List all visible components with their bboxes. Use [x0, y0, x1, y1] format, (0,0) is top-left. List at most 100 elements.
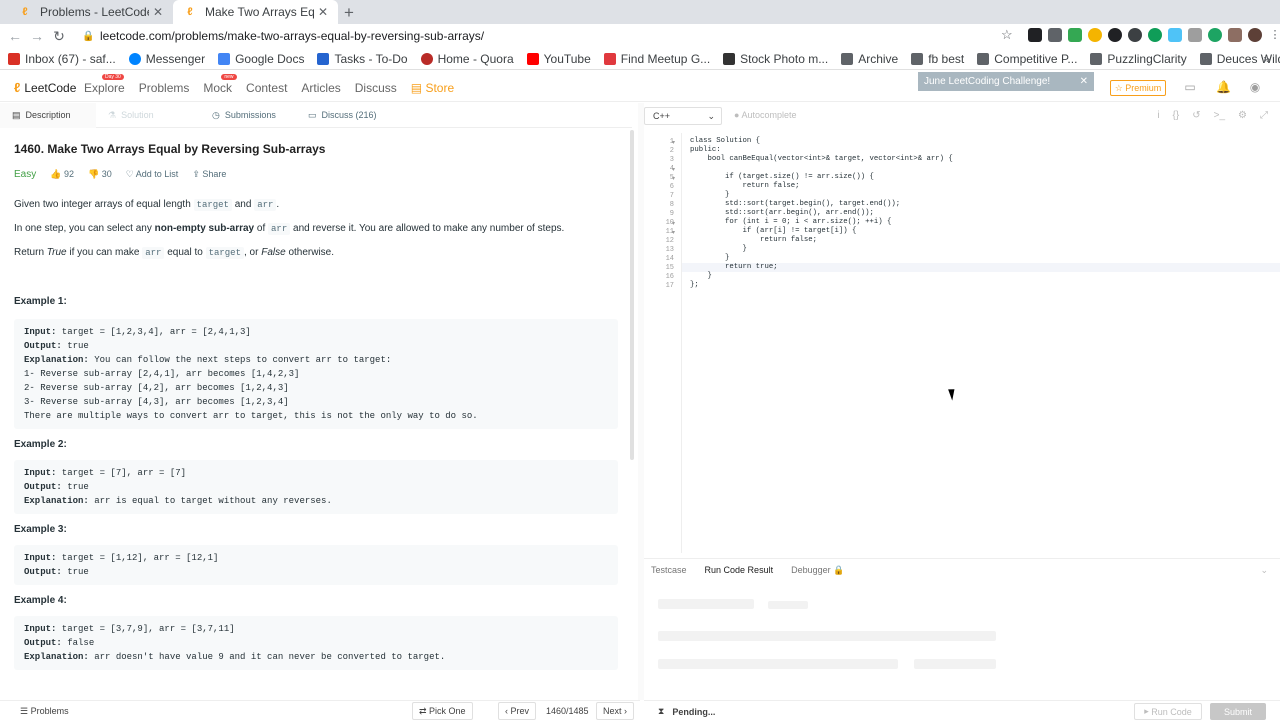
bookmark-item[interactable]: Stock Photo m... [723, 52, 828, 66]
premium-button[interactable]: ☆ Premium [1110, 80, 1166, 96]
playground-icon[interactable]: ▭ [1183, 80, 1197, 94]
settings-icon[interactable]: ⚙ [1238, 110, 1247, 121]
prev-button[interactable]: ‹ Prev [498, 702, 537, 720]
desc-text: Return [14, 247, 47, 258]
browser-tab-title: Problems - LeetCode [40, 5, 149, 19]
address-bar[interactable]: 🔒 leetcode.com/problems/make-two-arrays-… [82, 26, 1022, 46]
bookmark-star-icon[interactable]: ☆ [1001, 27, 1013, 43]
nav-store[interactable]: ▤ Store [411, 81, 454, 95]
extension-icon[interactable] [1108, 28, 1122, 42]
tab-debugger[interactable]: Debugger 🔒 [791, 565, 844, 576]
autocomplete-toggle[interactable]: ● Autocomplete [734, 110, 797, 120]
tab-description[interactable]: ▤ Description [0, 103, 96, 128]
challenge-banner[interactable]: June LeetCoding Challenge! ✕ [918, 72, 1094, 91]
fold-arrow-icon[interactable]: ▾ [672, 175, 675, 182]
avatar[interactable] [1248, 28, 1262, 42]
bookmark-item[interactable]: Messenger [128, 52, 205, 66]
example-block: Example 1: Input: target = [1,2,3,4], ar… [14, 296, 618, 429]
forward-icon[interactable]: → [26, 28, 48, 44]
back-icon[interactable]: ← [4, 28, 26, 44]
tab-testcase[interactable]: Testcase [651, 565, 687, 575]
extension-icon[interactable] [1048, 28, 1062, 42]
reset-icon[interactable]: ↺ [1192, 110, 1200, 121]
like-button[interactable]: 👍 92 [50, 169, 74, 180]
terminal-icon[interactable]: >_ [1214, 110, 1225, 121]
code-editor[interactable]: 1 ▾ 2 3 4 ▾ 5 ▾ 6 7 8 9 10 ▾ 11 ▾ 12 13 14 15 16 17 class Sol… [644, 133, 1280, 553]
braces-icon[interactable]: {} [1173, 110, 1180, 121]
extension-icon[interactable] [1068, 28, 1082, 42]
submit-button[interactable]: Submit [1210, 703, 1266, 720]
chevron-down-icon[interactable]: ⌄ [1260, 565, 1268, 576]
fold-arrow-icon[interactable]: ▾ [672, 220, 675, 227]
extension-icon[interactable] [1228, 28, 1242, 42]
fold-arrow-icon[interactable]: ▾ [672, 139, 675, 146]
bookmark-folder[interactable]: PuzzlingClarity [1090, 52, 1187, 66]
more-bookmarks-icon[interactable]: » [1263, 52, 1270, 66]
bookmark-item[interactable]: Tasks - To-Do [317, 52, 408, 66]
add-to-list-button[interactable]: ♡ Add to List [126, 169, 179, 180]
share-button[interactable]: ⇪ Share [192, 169, 226, 180]
bookmark-item[interactable]: Google Docs [218, 52, 304, 66]
bookmark-folder[interactable]: Competitive P... [977, 52, 1077, 66]
leetcode-logo[interactable]: ℓ LeetCode [14, 80, 76, 95]
example-label: Input: [24, 553, 57, 563]
extension-icon[interactable] [1028, 28, 1042, 42]
menu-icon[interactable]: ⋮ [1268, 28, 1280, 42]
nav-problems[interactable]: Problems [139, 81, 190, 95]
tab-submissions[interactable]: ◷ Submissions [200, 103, 296, 128]
fold-arrow-icon[interactable]: ▾ [672, 229, 675, 236]
extension-icon[interactable] [1208, 28, 1222, 42]
code-line: } [690, 191, 730, 199]
folder-icon [911, 52, 924, 65]
new-tab-button[interactable]: + [344, 3, 354, 23]
bookmark-item[interactable]: Inbox (67) - saf... [8, 52, 116, 66]
close-icon[interactable]: ✕ [153, 5, 163, 19]
problem-panel: ▤ Description ⚗ Solution ◷ Submissions ▭ Dis… [0, 103, 632, 695]
language-select[interactable]: C++ ⌄ [644, 107, 722, 125]
close-icon[interactable]: ✕ [318, 5, 328, 19]
problems-list-button[interactable]: ☰ Problems [14, 702, 75, 720]
info-icon[interactable]: i [1157, 110, 1159, 121]
extension-icon[interactable] [1188, 28, 1202, 42]
pick-one-button[interactable]: ⇄ Pick One [412, 702, 473, 720]
next-label: Next [603, 706, 622, 716]
line-number: 11 [665, 228, 674, 236]
description-scrollbar[interactable] [630, 130, 634, 460]
nav-articles[interactable]: Articles [301, 81, 340, 95]
tab-discuss[interactable]: ▭ Discuss (216) [296, 103, 389, 128]
nav-discuss[interactable]: Discuss [355, 81, 397, 95]
dislike-button[interactable]: 👎 30 [88, 169, 112, 180]
nav-contest[interactable]: Contest [246, 81, 287, 95]
nav-mock[interactable]: Mock new [203, 74, 237, 95]
close-icon[interactable]: ✕ [1080, 76, 1088, 87]
extension-icon[interactable] [1128, 28, 1142, 42]
bookmark-item[interactable]: Find Meetup G... [603, 52, 710, 66]
line-number: 5 [669, 174, 674, 182]
next-button[interactable]: Next › [596, 702, 635, 720]
hourglass-icon: ⧗ [658, 706, 665, 716]
nav-explore-label: Explore [84, 81, 125, 95]
user-avatar-icon[interactable]: ◉ [1248, 80, 1262, 94]
folder-icon [1090, 52, 1103, 65]
tab-solution[interactable]: ⚗ Solution [96, 103, 200, 128]
bell-icon[interactable]: 🔔 [1216, 80, 1231, 94]
problem-footer: ☰ Problems ⇄ Pick One ‹ Prev 1460/1485 N… [0, 700, 640, 720]
bookmark-folder[interactable]: fb best [911, 52, 964, 66]
fullscreen-icon[interactable]: ⤢ [1260, 110, 1268, 121]
nav-explore[interactable]: Explore Day 30 [84, 74, 125, 95]
extension-icon[interactable] [1168, 28, 1182, 42]
browser-tab-problems[interactable]: ℓ Problems - LeetCode ✕ [8, 0, 173, 24]
desc-italic: True [46, 247, 67, 258]
bookmark-folder[interactable]: Archive [841, 52, 898, 66]
editor-footer: ⧗ Pending... ▸ Run Code Submit [644, 700, 1280, 720]
extension-icon[interactable] [1088, 28, 1102, 42]
reload-icon[interactable]: ↻ [48, 28, 70, 45]
fold-arrow-icon[interactable]: ▾ [672, 166, 675, 173]
bookmark-item[interactable]: Home - Quora [420, 52, 514, 66]
example-text: arr is equal to target without any rever… [88, 496, 332, 506]
tab-run-code-result[interactable]: Run Code Result [705, 565, 774, 575]
bookmark-item[interactable]: YouTube [526, 52, 591, 66]
browser-tab-current[interactable]: ℓ Make Two Arrays Equal by ✕ [173, 0, 338, 24]
extension-icon[interactable] [1148, 28, 1162, 42]
run-code-button[interactable]: ▸ Run Code [1134, 703, 1202, 720]
